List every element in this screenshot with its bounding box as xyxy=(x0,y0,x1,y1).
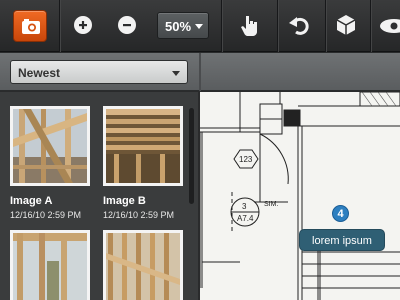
section-tag-number: 3 xyxy=(242,202,247,211)
sort-select-value: Newest xyxy=(18,66,61,80)
toolbar-divider xyxy=(221,0,222,52)
hex-tag-label: 123 xyxy=(239,155,253,164)
photo-image xyxy=(13,109,87,183)
zoom-level-select[interactable]: 50% xyxy=(157,12,209,39)
chevron-down-icon xyxy=(195,24,203,29)
photo-image xyxy=(13,233,87,300)
photo-date: 12/16/10 2:59 PM xyxy=(10,210,82,220)
blueprint-canvas[interactable]: 123 3 A7.4 SIM. xyxy=(200,92,400,300)
undo-icon[interactable] xyxy=(288,14,310,36)
zoom-level-value: 50% xyxy=(165,19,192,34)
sim-label: SIM. xyxy=(264,201,278,208)
annotation-tooltip: lorem ipsum xyxy=(299,229,385,251)
zoom-out-icon xyxy=(123,24,131,27)
eye-icon[interactable] xyxy=(380,18,400,34)
chevron-down-icon xyxy=(172,71,180,76)
photo-image xyxy=(106,109,180,183)
section-tag-sheet: A7.4 xyxy=(237,214,254,223)
annotation-marker[interactable]: 4 xyxy=(332,205,349,222)
photo-list: Image A 12/16/10 2:59 PM Image B 12/16/1… xyxy=(0,92,198,300)
zoom-in-button[interactable] xyxy=(74,16,92,34)
blueprint-drawing: 123 3 A7.4 SIM. xyxy=(200,92,400,300)
toolbar-divider xyxy=(277,0,278,52)
zoom-in-icon xyxy=(79,21,87,29)
panel-divider xyxy=(199,53,201,91)
zoom-out-button[interactable] xyxy=(118,16,136,34)
photo-title: Image B xyxy=(103,195,146,207)
photo-thumbnail[interactable] xyxy=(10,106,90,186)
sort-select[interactable]: Newest xyxy=(10,60,188,84)
photo-date: 12/16/10 2:59 PM xyxy=(103,210,175,220)
toolbar-divider xyxy=(325,0,326,52)
toolbar-divider xyxy=(59,0,60,52)
photo-thumbnail[interactable] xyxy=(103,106,183,186)
photo-thumbnail[interactable] xyxy=(103,230,183,300)
camera-button[interactable] xyxy=(13,10,47,42)
pointer-hand-icon[interactable] xyxy=(240,14,260,36)
scrollbar[interactable] xyxy=(189,108,194,204)
photo-image xyxy=(106,233,180,300)
photo-title: Image A xyxy=(10,195,53,207)
toolbar-divider xyxy=(370,0,371,52)
photo-thumbnail[interactable] xyxy=(10,230,90,300)
cube-icon[interactable] xyxy=(336,14,356,36)
toolbar: 50% xyxy=(0,0,400,52)
camera-icon xyxy=(22,19,40,34)
